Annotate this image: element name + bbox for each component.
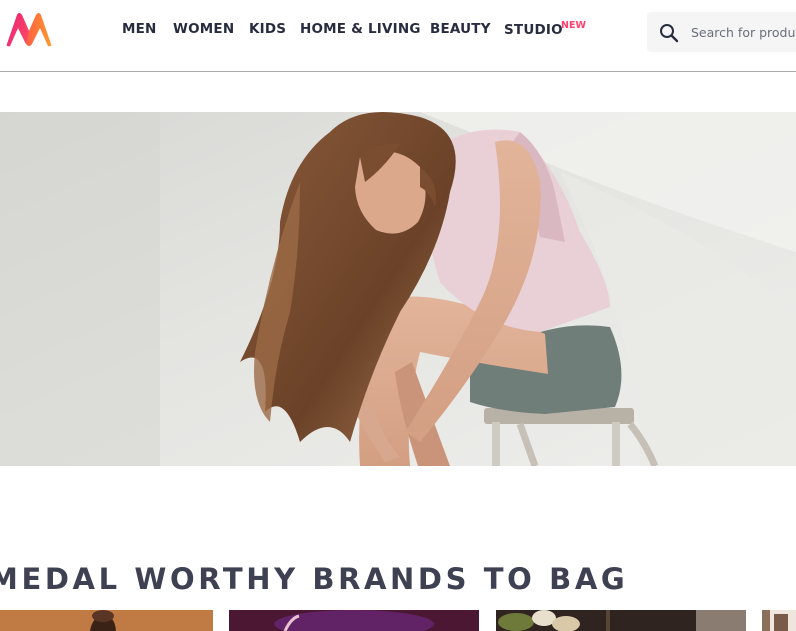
- nav-women[interactable]: WOMEN: [173, 21, 234, 37]
- man-portrait-tile-image: [0, 610, 213, 631]
- studio-new-badge: NEW: [561, 20, 586, 31]
- hero-banner[interactable]: [0, 112, 796, 466]
- nav-beauty[interactable]: BEAUTY: [430, 21, 491, 37]
- search-icon[interactable]: [659, 23, 679, 43]
- nav-home-living[interactable]: HOME & LIVING: [300, 21, 421, 37]
- hero-image: [0, 112, 796, 466]
- nav-men[interactable]: MEN: [122, 21, 157, 37]
- nav-kids[interactable]: KIDS: [249, 21, 286, 37]
- nav-studio[interactable]: STUDIO: [504, 22, 563, 38]
- partial-tile-image: [762, 610, 796, 631]
- brand-card-3[interactable]: [496, 610, 746, 631]
- purple-stage-tile-image: [229, 610, 479, 631]
- brand-card-2[interactable]: [229, 610, 479, 631]
- myntra-logo-icon[interactable]: [4, 11, 54, 49]
- flowers-tile-image: [496, 610, 746, 631]
- search-bar[interactable]: [647, 12, 796, 52]
- section-title: MEDAL WORTHY BRANDS TO BAG: [0, 562, 629, 596]
- site-header: MEN WOMEN KIDS HOME & LIVING BEAUTY STUD…: [0, 0, 796, 72]
- brand-card-1[interactable]: [0, 610, 213, 631]
- search-input[interactable]: [691, 22, 796, 42]
- brand-card-4[interactable]: [762, 610, 796, 631]
